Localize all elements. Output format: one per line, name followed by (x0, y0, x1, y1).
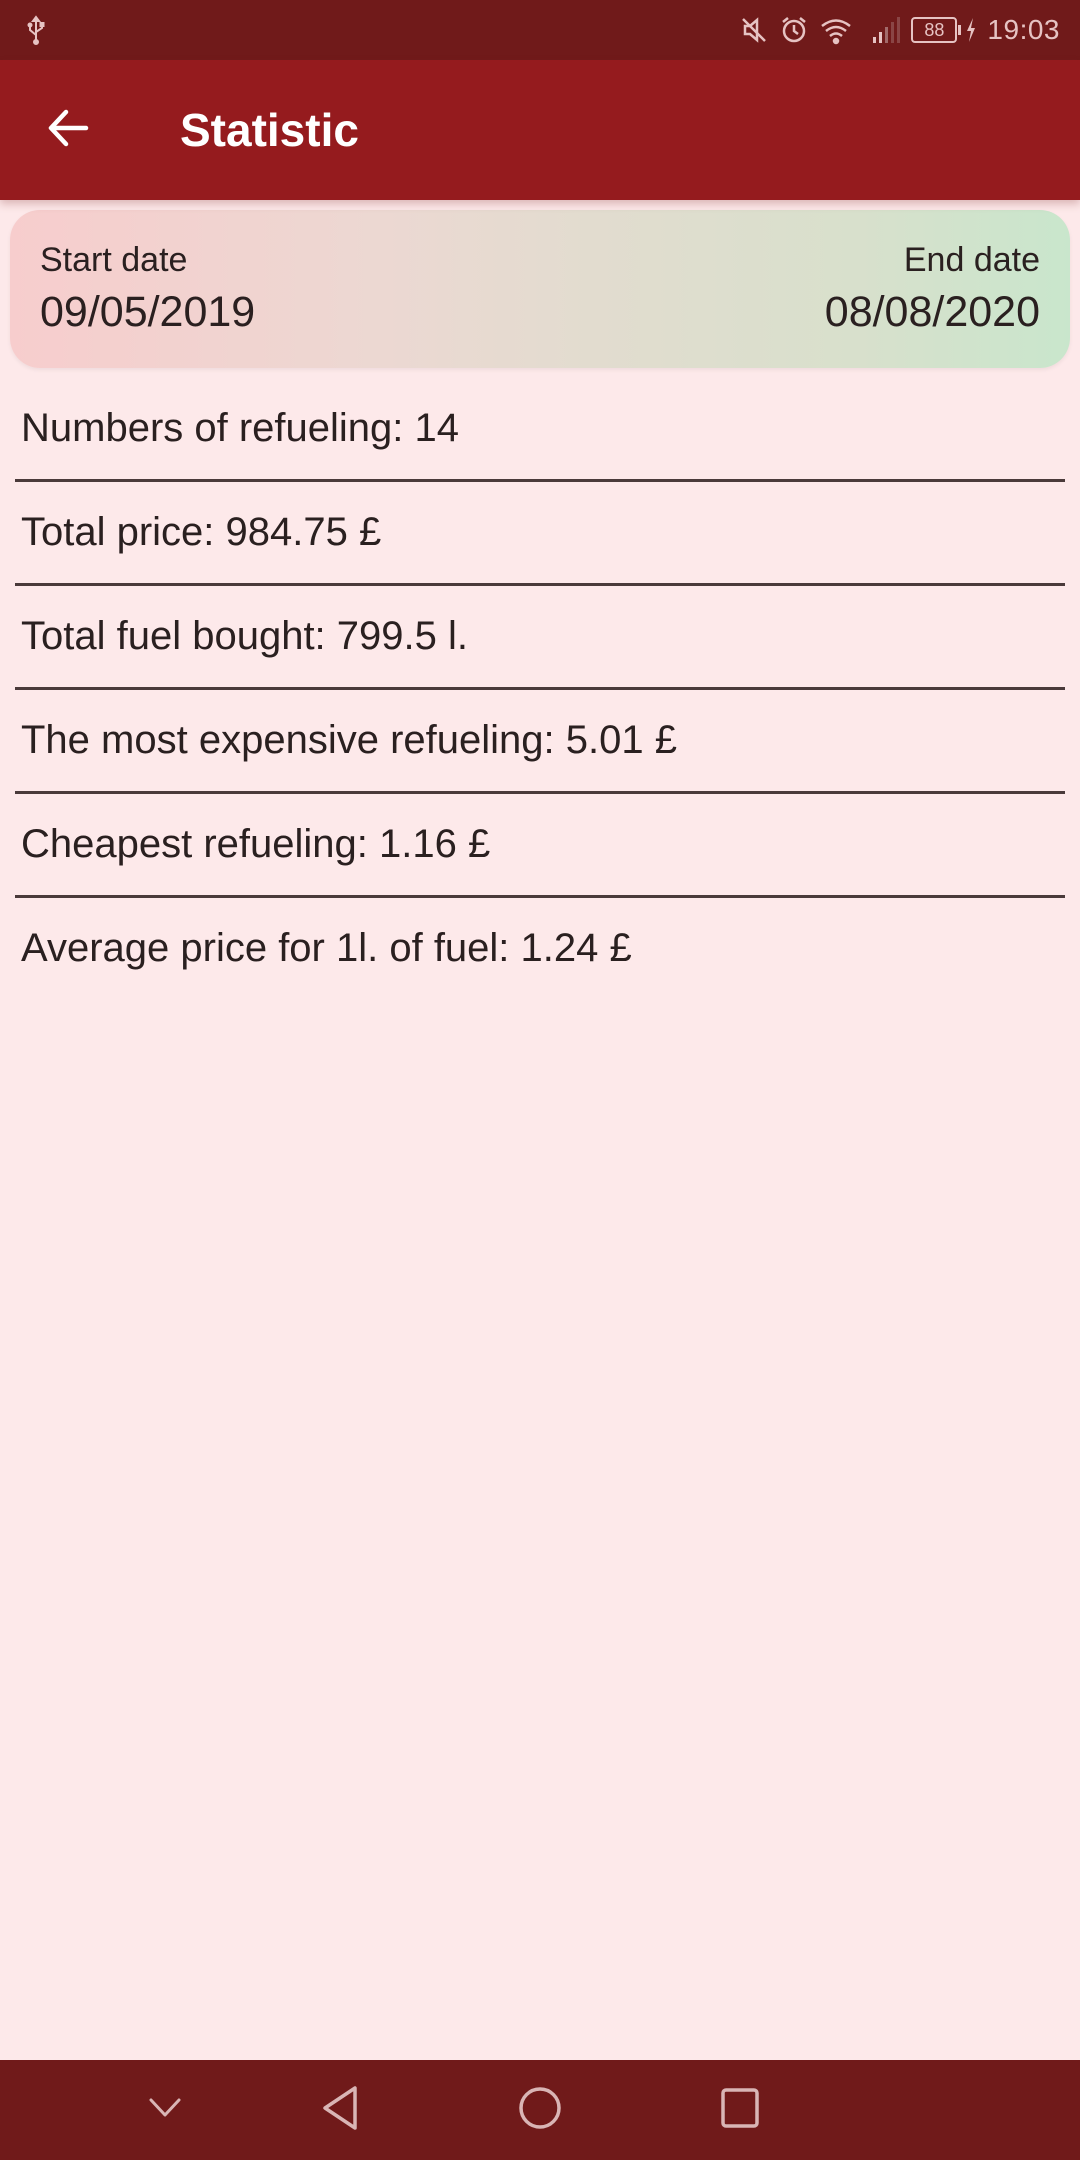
end-date-value[interactable]: 08/08/2020 (825, 288, 1040, 337)
triangle-back-icon (320, 2085, 360, 2136)
usb-icon (26, 15, 46, 45)
start-date-picker[interactable]: Start date 09/05/2019 (40, 210, 255, 368)
square-recents-icon (720, 2087, 760, 2134)
battery-icon: 88 (911, 17, 962, 43)
start-date-label: Start date (40, 241, 188, 279)
nav-back-button[interactable] (290, 2060, 390, 2160)
stat-cheapest: Cheapest refueling: 1.16 £ (21, 822, 491, 866)
status-time: 19:03 (987, 14, 1060, 45)
wifi-icon (819, 15, 853, 45)
page-title: Statistic (180, 104, 359, 156)
nav-home-button[interactable] (490, 2060, 590, 2160)
charging-icon (965, 17, 977, 43)
stat-total-price: Total price: 984.75 £ (21, 510, 382, 554)
end-date-picker[interactable]: End date 08/08/2020 (825, 210, 1040, 368)
back-button[interactable] (28, 90, 108, 170)
stat-most-expensive: The most expensive refueling: 5.01 £ (21, 718, 677, 762)
navigation-bar (0, 2060, 1080, 2160)
circle-home-icon (517, 2085, 563, 2136)
stat-average-price: Average price for 1l. of fuel: 1.24 £ (21, 926, 632, 970)
arrow-left-icon (46, 106, 90, 155)
mute-icon (739, 15, 769, 45)
app-bar: Statistic (0, 60, 1080, 200)
status-bar: 88 19:03 (0, 0, 1080, 60)
date-range-card: Start date 09/05/2019 End date 08/08/202… (10, 210, 1070, 368)
signal-icon (871, 15, 901, 45)
nav-recents-button[interactable] (690, 2060, 790, 2160)
hide-keyboard-button[interactable] (115, 2060, 215, 2160)
stat-refuel-count: Numbers of refueling: 14 (21, 406, 460, 450)
start-date-value[interactable]: 09/05/2019 (40, 288, 255, 337)
end-date-label: End date (903, 241, 1040, 279)
battery-level: 88 (911, 17, 958, 43)
stat-total-fuel: Total fuel bought: 799.5 l. (21, 614, 468, 658)
stats-list: Numbers of refueling: 14 Total price: 98… (15, 378, 1065, 999)
alarm-icon (779, 15, 809, 45)
chevron-down-icon (148, 2096, 182, 2125)
